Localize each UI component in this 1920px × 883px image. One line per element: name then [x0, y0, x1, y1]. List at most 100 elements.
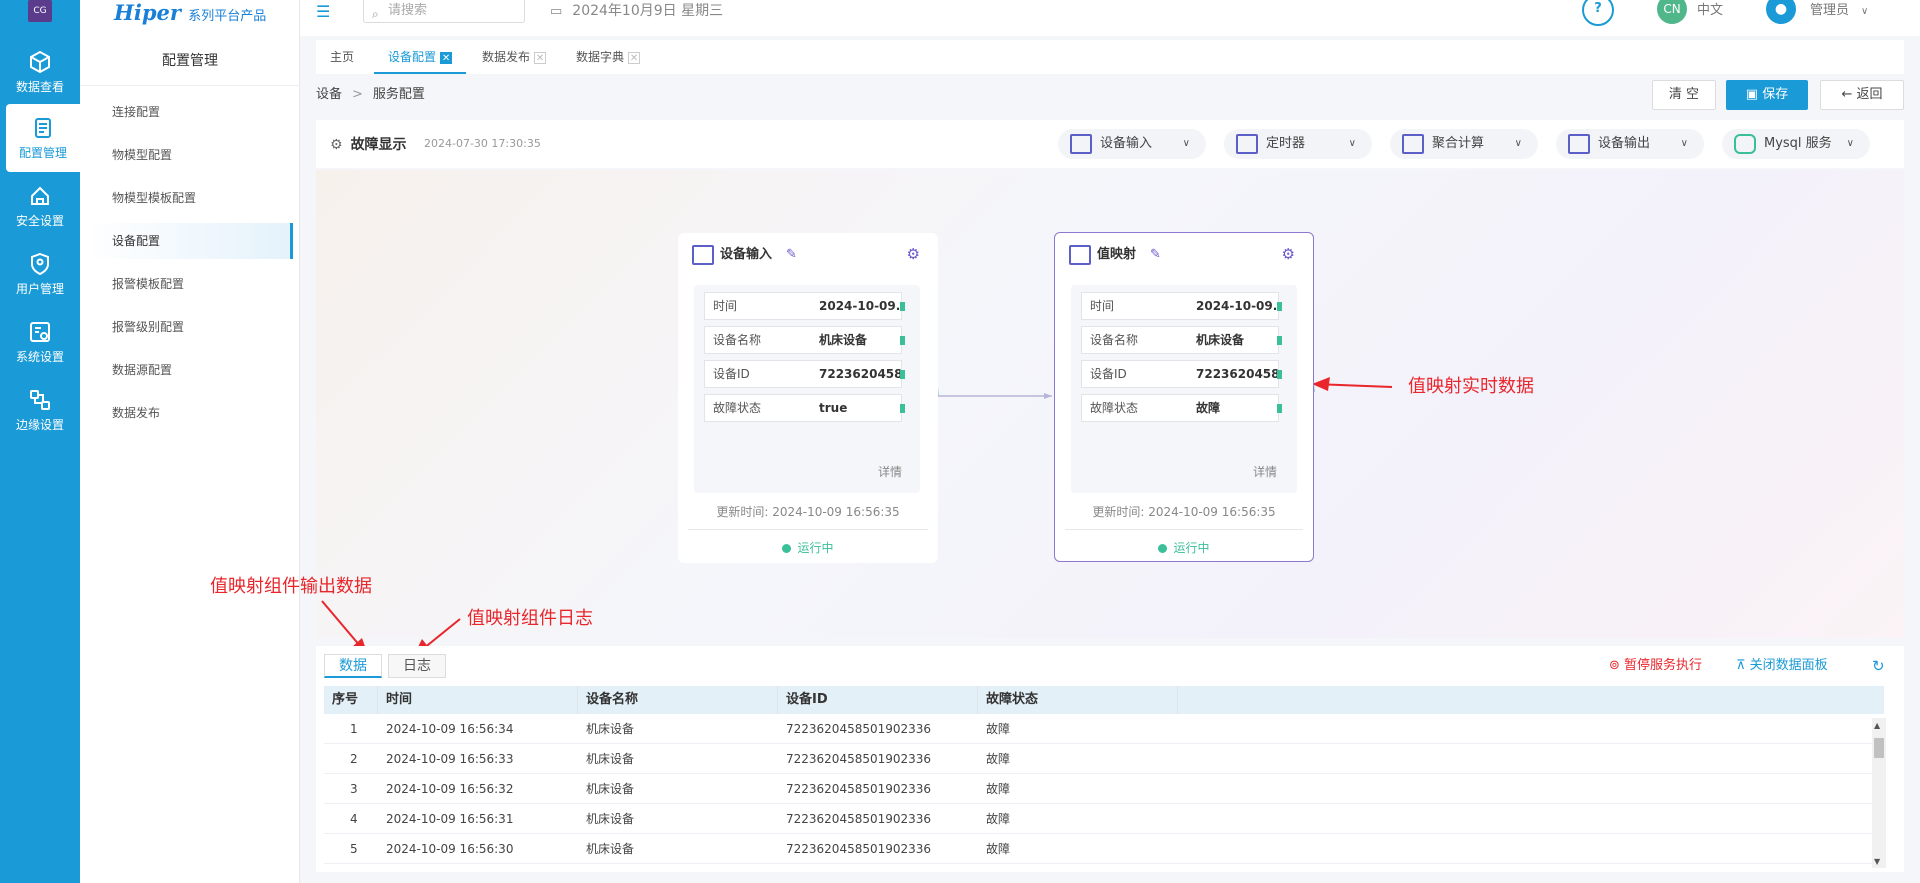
node-detail-link[interactable]: 详情: [1253, 463, 1277, 480]
breadcrumb-root[interactable]: 设备: [316, 87, 342, 102]
save-button[interactable]: ▣ 保存: [1726, 80, 1808, 110]
chevron-down-icon: ∨: [1514, 138, 1522, 149]
output-port[interactable]: [1277, 404, 1282, 413]
brand-logo: Hiper 系列平台产品: [114, 0, 267, 25]
page-tabs: 主页 设备配置 ✕ 数据发布 ✕ 数据字典 ✕: [316, 40, 1904, 74]
output-port[interactable]: [900, 302, 905, 311]
close-panel-button[interactable]: ⊼ 关闭数据面板: [1736, 656, 1828, 676]
user-menu[interactable]: 管理员 ∨: [1810, 0, 1868, 23]
tab-data[interactable]: 数据: [324, 654, 382, 678]
back-button[interactable]: ← 返回: [1820, 80, 1904, 110]
rail-item-users[interactable]: 用户管理: [0, 240, 80, 308]
calendar-icon: ▭: [550, 4, 563, 19]
gear-icon[interactable]: ⚙: [907, 245, 920, 263]
rail-label: 用户管理: [15, 282, 64, 296]
node-title: 设备输入 ✎: [692, 243, 797, 267]
refresh-icon[interactable]: ↻: [1872, 656, 1885, 676]
rail-item-system[interactable]: 系统设置: [0, 308, 80, 376]
close-icon[interactable]: ✕: [440, 51, 453, 64]
device-input-node[interactable]: 设备输入 ✎ ⚙ 时间 2024-10-09... 设备名称 机床设备 设备ID 722…: [678, 233, 938, 563]
data-panel: 数据 日志 ⊚ 暂停服务执行 ⊼ 关闭数据面板 ↻ 序号 时间 设备名称 设备I…: [316, 646, 1904, 872]
node-field: 故障状态 故障: [1081, 394, 1282, 422]
clear-button[interactable]: 清 空: [1652, 80, 1716, 110]
sidebar-item-datasource[interactable]: 数据源配置: [87, 352, 293, 388]
menu-collapse-icon[interactable]: ☰: [316, 2, 334, 21]
sidebar-item-alarm-template[interactable]: 报警模板配置: [87, 266, 293, 302]
sidebar-item-data-publish[interactable]: 数据发布: [87, 395, 293, 431]
annotation-log: 值映射组件日志: [467, 608, 593, 629]
save-icon: ▣: [1745, 87, 1763, 102]
edge-icon: [30, 390, 50, 410]
close-icon[interactable]: ✕: [628, 51, 641, 64]
output-port[interactable]: [900, 404, 905, 413]
tab-log[interactable]: 日志: [388, 654, 446, 678]
edit-icon[interactable]: ✎: [1150, 247, 1161, 262]
table-row[interactable]: 5 2024-10-09 16:56:30 机床设备 7223620458501902…: [324, 834, 1876, 864]
tab-device-config[interactable]: 设备配置 ✕: [374, 40, 467, 74]
user-shield-icon: [31, 252, 49, 276]
rail-item-security[interactable]: 安全设置: [0, 172, 80, 240]
device-output-dropdown[interactable]: 设备输出 ∨: [1556, 129, 1704, 159]
table-row[interactable]: 4 2024-10-09 16:56:31 机床设备 7223620458501902…: [324, 804, 1876, 834]
close-icon[interactable]: ✕: [534, 51, 547, 64]
device-input-icon: [1070, 134, 1092, 154]
calculator-icon: [1402, 134, 1424, 154]
rail-item-config[interactable]: 配置管理: [6, 104, 80, 172]
gear-icon[interactable]: ⚙: [1282, 245, 1295, 263]
rail-item-edge[interactable]: 边缘设置: [0, 376, 80, 444]
chevron-down-icon: ∨: [1861, 6, 1869, 17]
gear-icon[interactable]: ⚙: [330, 137, 343, 153]
scroll-down-icon[interactable]: ▼: [1874, 857, 1880, 866]
tab-home[interactable]: 主页: [316, 40, 368, 74]
pause-service-button[interactable]: ⊚ 暂停服务执行: [1609, 656, 1702, 676]
table-row[interactable]: 3 2024-10-09 16:56:32 机床设备 7223620458501902…: [324, 774, 1876, 804]
sidebar-item-connection[interactable]: 连接配置: [87, 94, 293, 130]
node-title: 值映射 ✎: [1069, 243, 1161, 267]
tab-data-publish[interactable]: 数据发布 ✕: [468, 40, 560, 74]
sidebar: Hiper 系列平台产品 配置管理 连接配置 物模型配置 物模型模板配置 设备配…: [80, 0, 300, 883]
table-row[interactable]: 1 2024-10-09 16:56:34 机床设备 7223620458501902…: [324, 714, 1876, 744]
rail-label: 配置管理: [18, 146, 67, 160]
sidebar-item-alarm-level[interactable]: 报警级别配置: [87, 309, 293, 345]
database-icon: [1734, 134, 1756, 154]
sidebar-item-thing-model[interactable]: 物模型配置: [87, 137, 293, 173]
language-label[interactable]: 中文: [1697, 0, 1723, 22]
scroll-up-icon[interactable]: ▲: [1874, 721, 1880, 730]
output-port[interactable]: [1277, 302, 1282, 311]
scrollbar-thumb[interactable]: [1874, 738, 1884, 758]
timer-icon: [1236, 134, 1258, 154]
flow-toolbar: ⚙ 故障显示 2024-07-30 17:30:35 设备输入 ∨ 定时器 ∨ 聚合计…: [316, 120, 1904, 168]
chevron-down-icon: ∨: [1680, 138, 1688, 149]
search-input[interactable]: ⌕ 请搜索: [363, 0, 525, 23]
config-icon: [35, 118, 51, 138]
mysql-dropdown[interactable]: Mysql 服务 ∨: [1722, 129, 1870, 159]
breadcrumb: 设备 > 服务配置: [316, 87, 425, 102]
table-scrollbar[interactable]: ▲ ▼: [1872, 718, 1886, 868]
timer-dropdown[interactable]: 定时器 ∨: [1224, 129, 1372, 159]
edit-icon[interactable]: ✎: [786, 247, 797, 262]
sidebar-item-thing-template[interactable]: 物模型模板配置: [87, 180, 293, 216]
status-dot-icon: [1158, 544, 1168, 553]
output-port[interactable]: [1277, 336, 1282, 345]
user-avatar-icon[interactable]: ●: [1766, 0, 1796, 24]
table-row[interactable]: 2 2024-10-09 16:56:33 机床设备 7223620458501902…: [324, 744, 1876, 774]
help-icon[interactable]: ?: [1582, 0, 1614, 26]
value-mapping-node[interactable]: 值映射 ✎ ⚙ 时间 2024-10-09... 设备名称 机床设备 设备ID 7223…: [1054, 232, 1314, 562]
tab-data-dictionary[interactable]: 数据字典 ✕: [562, 40, 654, 74]
node-detail-link[interactable]: 详情: [878, 463, 902, 480]
node-status: 运行中: [678, 539, 938, 556]
language-badge[interactable]: CN: [1657, 0, 1687, 24]
flow-canvas[interactable]: 设备输入 ✎ ⚙ 时间 2024-10-09... 设备名称 机床设备 设备ID 722…: [316, 170, 1904, 638]
output-port[interactable]: [900, 370, 905, 379]
node-field: 时间 2024-10-09...: [704, 292, 905, 320]
node-field: 设备名称 机床设备: [704, 326, 905, 354]
sidebar-item-device-config[interactable]: 设备配置: [87, 223, 293, 259]
rail-item-data-view[interactable]: 数据查看: [0, 38, 80, 106]
output-port[interactable]: [900, 336, 905, 345]
output-port[interactable]: [1277, 370, 1282, 379]
top-header: ☰ ⌕ 请搜索 ▭ 2024年10月9日 星期三 ? CN 中文 ● 管理员 ∨: [300, 0, 1920, 36]
aggregate-dropdown[interactable]: 聚合计算 ∨: [1390, 129, 1538, 159]
rail-label: 安全设置: [15, 214, 64, 228]
node-field: 故障状态 true: [704, 394, 905, 422]
device-input-dropdown[interactable]: 设备输入 ∨: [1058, 129, 1206, 159]
